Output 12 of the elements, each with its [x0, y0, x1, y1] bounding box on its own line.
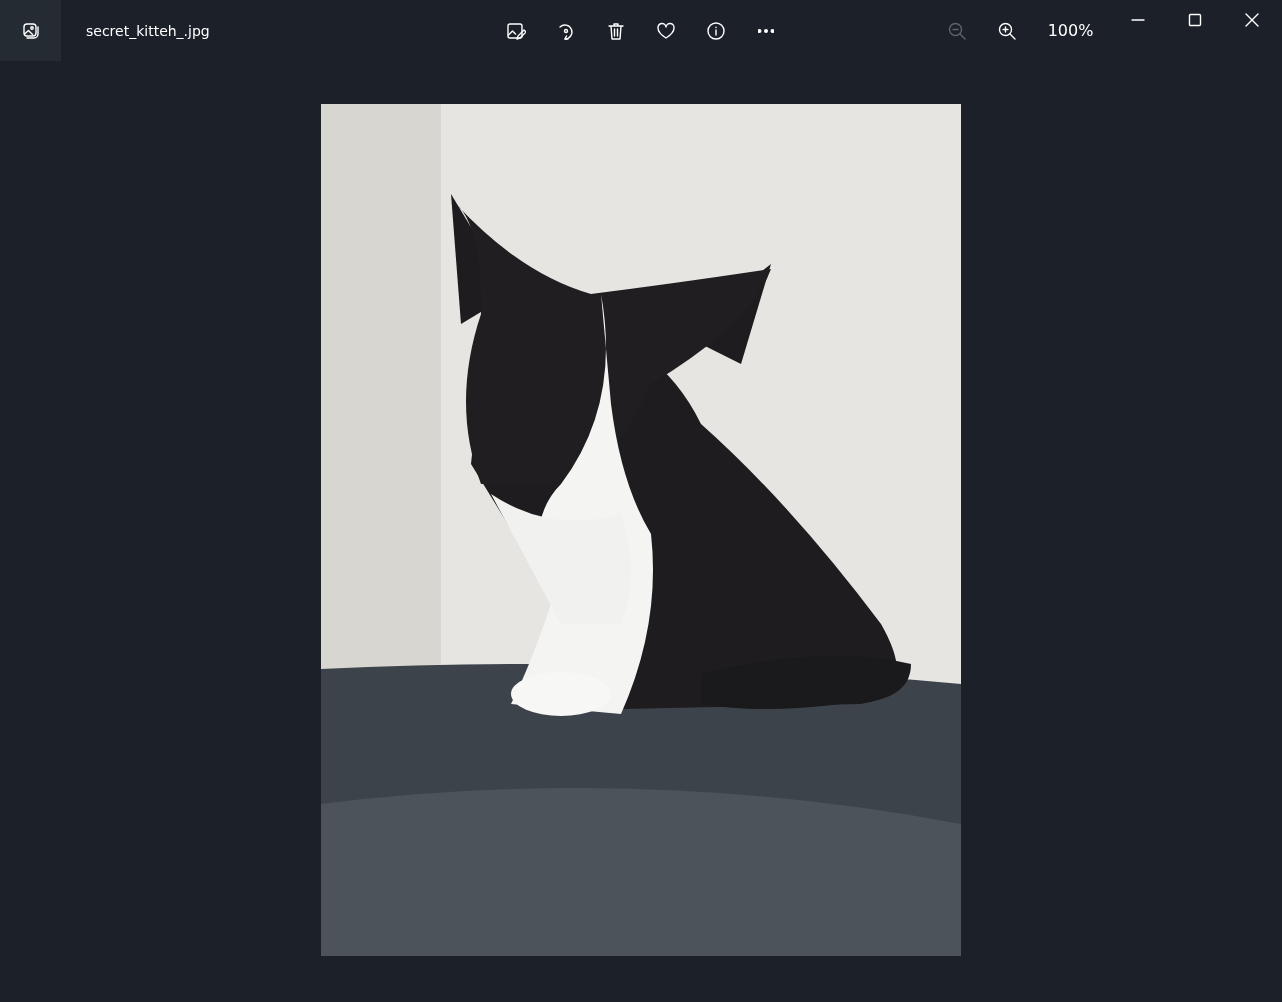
edit-image-icon [506, 20, 526, 41]
heart-icon [656, 20, 676, 41]
minimize-icon [1130, 18, 1145, 21]
zoom-in-icon [997, 20, 1017, 41]
info-icon [706, 20, 726, 41]
trash-icon [606, 20, 626, 41]
app-icon-button[interactable] [0, 0, 61, 61]
photos-icon [20, 20, 41, 41]
zoom-level: 100% [1046, 21, 1095, 40]
zoom-out-icon [947, 20, 967, 41]
more-icon [758, 28, 774, 33]
file-name: secret_kitteh_.jpg [86, 22, 210, 39]
